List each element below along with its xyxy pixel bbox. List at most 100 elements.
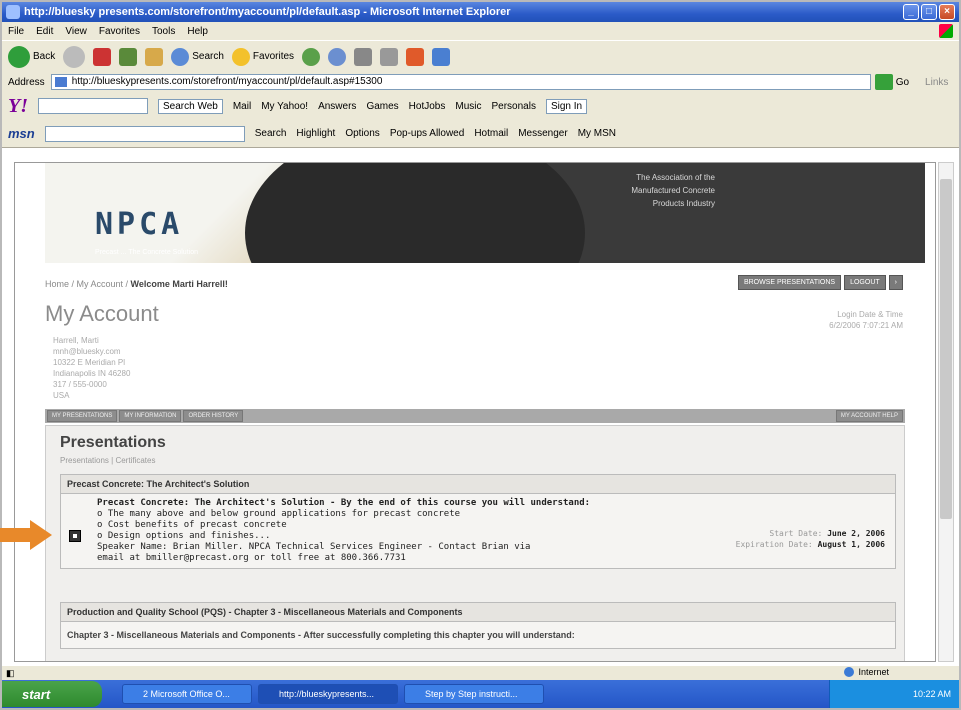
breadcrumb-links[interactable]: Home / My Account /	[45, 279, 131, 289]
taskbar: start 2 Microsoft Office O... http://blu…	[2, 680, 959, 708]
yahoo-search-button[interactable]: Search Web	[158, 98, 223, 114]
course-bullet: o The many above and below ground applic…	[97, 509, 461, 519]
yahoo-item-myyahoo[interactable]: My Yahoo!	[261, 101, 308, 112]
assoc-line-2: Manufactured Concrete	[631, 186, 715, 195]
print-icon[interactable]	[354, 47, 373, 66]
login-label: Login Date & Time	[837, 310, 903, 319]
close-button[interactable]: ×	[939, 4, 955, 20]
yahoo-item-personals[interactable]: Personals	[491, 101, 535, 112]
menu-bar: File Edit View Favorites Tools Help	[2, 22, 959, 40]
maximize-button[interactable]: □	[921, 4, 937, 20]
msn-item-highlight[interactable]: Highlight	[296, 128, 335, 139]
browse-presentations-button[interactable]: BROWSE PRESENTATIONS	[737, 275, 842, 290]
address-line: Harrell, Marti	[53, 336, 99, 345]
forward-icon[interactable]	[63, 45, 86, 68]
account-address: Harrell, Marti mnh@bluesky.com 10322 E M…	[53, 335, 130, 401]
yahoo-signin-button[interactable]: Sign In	[545, 98, 588, 114]
links-label[interactable]: Links	[925, 77, 948, 88]
address-line: 317 / 555-0000	[53, 380, 107, 389]
refresh-icon[interactable]	[119, 47, 138, 66]
tab-my-presentations[interactable]: MY PRESENTATIONS	[47, 410, 118, 422]
search-icon	[171, 47, 190, 66]
menu-favorites[interactable]: Favorites	[99, 26, 140, 37]
start-date-value: June 2, 2006	[827, 529, 885, 538]
globe-icon	[844, 667, 855, 677]
course-title[interactable]: Chapter 3 - Miscellaneous Materials and …	[61, 622, 895, 648]
logout-arrow-icon[interactable]: ›	[888, 275, 903, 290]
yahoo-logo-icon[interactable]: Y!	[8, 95, 28, 118]
menu-edit[interactable]: Edit	[36, 26, 53, 37]
go-icon[interactable]	[874, 74, 893, 90]
title-bar: http://bluesky presents.com/storefront/m…	[2, 2, 959, 22]
tab-account-help[interactable]: MY ACCOUNT HELP	[835, 410, 903, 422]
logout-button[interactable]: LOGOUT	[844, 275, 886, 290]
window-title: http://bluesky presents.com/storefront/m…	[24, 6, 511, 18]
research-icon[interactable]	[432, 47, 451, 66]
menu-file[interactable]: File	[8, 26, 24, 37]
tab-order-history[interactable]: ORDER HISTORY	[183, 410, 244, 422]
start-button[interactable]: start	[2, 681, 102, 707]
msn-item-messenger[interactable]: Messenger	[518, 128, 567, 139]
banner-association-text: The Association of the Manufactured Conc…	[595, 171, 715, 210]
taskbar-item[interactable]: Step by Step instructi...	[404, 684, 544, 704]
npca-logo[interactable]: NPCA	[95, 207, 183, 242]
windows-logo-icon	[939, 24, 953, 38]
yahoo-item-music[interactable]: Music	[455, 101, 481, 112]
history-icon[interactable]	[302, 47, 321, 66]
course-header: Precast Concrete: The Architect's Soluti…	[61, 475, 895, 494]
msn-logo[interactable]: msn	[8, 126, 35, 141]
zone-label: Internet	[858, 667, 889, 677]
go-button[interactable]: Go	[896, 77, 909, 88]
clock[interactable]: 10:22 AM	[913, 689, 951, 699]
yahoo-search-input[interactable]	[38, 98, 148, 114]
back-arrow-icon	[8, 45, 30, 68]
vertical-scrollbar[interactable]	[938, 162, 954, 662]
address-line: Indianapolis IN 46280	[53, 369, 131, 378]
start-date-label: Start Date:	[769, 529, 823, 538]
back-label: Back	[33, 51, 56, 62]
system-tray: 10:22 AM	[829, 680, 959, 708]
scroll-thumb[interactable]	[940, 179, 952, 519]
yahoo-item-hotjobs[interactable]: HotJobs	[409, 101, 446, 112]
yahoo-toolbar: Y! Search Web Mail My Yahoo! Answers Gam…	[2, 92, 959, 120]
taskbar-item[interactable]: 2 Microsoft Office O...	[122, 684, 252, 704]
presentations-sublinks[interactable]: Presentations | Certificates	[60, 456, 155, 465]
address-label: Address	[8, 76, 45, 88]
msn-search-input[interactable]	[44, 125, 245, 142]
back-button[interactable]: Back	[8, 45, 56, 68]
menu-tools[interactable]: Tools	[152, 26, 175, 37]
security-zone: Internet	[844, 667, 889, 677]
menu-help[interactable]: Help	[187, 26, 208, 37]
yahoo-item-answers[interactable]: Answers	[318, 101, 356, 112]
msn-item-hotmail[interactable]: Hotmail	[474, 128, 508, 139]
messenger-icon[interactable]	[406, 47, 425, 66]
mail-icon[interactable]	[328, 47, 347, 66]
address-input[interactable]: http://blueskypresents.com/storefront/my…	[50, 74, 871, 90]
address-url: http://blueskypresents.com/storefront/my…	[71, 76, 383, 87]
msn-item-mymsn[interactable]: My MSN	[578, 128, 616, 139]
edit-icon[interactable]	[380, 47, 399, 66]
home-icon[interactable]	[145, 47, 164, 66]
course-body: Precast Concrete: The Architect's Soluti…	[61, 494, 895, 568]
minimize-button[interactable]: _	[903, 4, 919, 20]
tab-my-information[interactable]: MY INFORMATION	[119, 410, 182, 422]
menu-view[interactable]: View	[65, 26, 87, 37]
stop-icon[interactable]	[93, 47, 112, 66]
presentations-heading: Presentations	[60, 434, 166, 451]
favorites-button[interactable]: Favorites	[231, 47, 295, 66]
play-presentation-button[interactable]	[69, 530, 81, 542]
yahoo-item-mail[interactable]: Mail	[233, 101, 251, 112]
msn-item-popups[interactable]: Pop-ups Allowed	[390, 128, 465, 139]
assoc-line-3: Products Industry	[652, 199, 715, 208]
taskbar-item[interactable]: http://blueskypresents...	[258, 684, 398, 704]
msn-item-search[interactable]: Search	[255, 128, 287, 139]
search-button[interactable]: Search	[171, 47, 224, 66]
course-title[interactable]: Precast Concrete: The Architect's Soluti…	[97, 498, 889, 509]
favorites-label: Favorites	[252, 51, 295, 62]
page-viewport: NPCA Precast ... The Concrete Solution T…	[14, 162, 936, 662]
course-card: Precast Concrete: The Architect's Soluti…	[60, 474, 896, 569]
yahoo-item-games[interactable]: Games	[366, 101, 398, 112]
msn-toolbar: msn Search Highlight Options Pop-ups All…	[2, 120, 959, 148]
account-nav: MY PRESENTATIONS MY INFORMATION ORDER HI…	[45, 409, 905, 423]
msn-item-options[interactable]: Options	[345, 128, 379, 139]
